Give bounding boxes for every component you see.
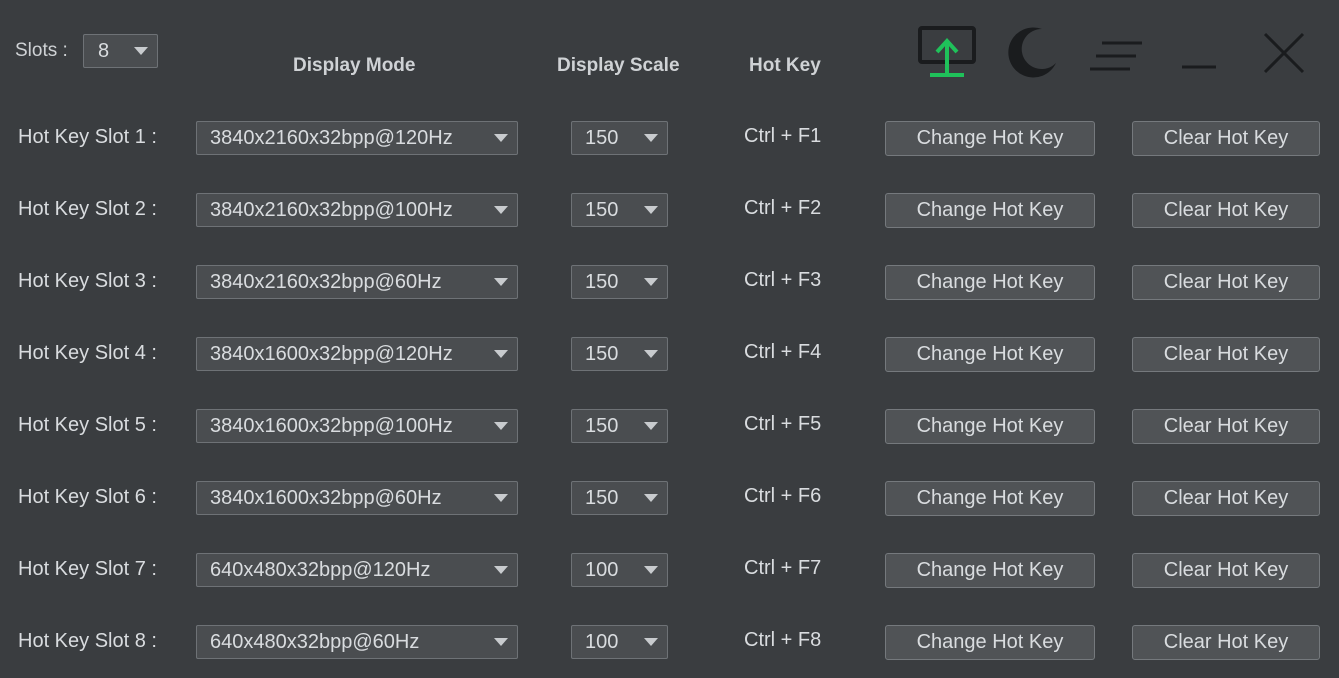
chevron-down-icon (644, 278, 658, 286)
display-scale-select[interactable]: 150 (571, 193, 668, 227)
chevron-down-icon (494, 134, 508, 142)
display-mode-value: 3840x2160x32bpp@120Hz (210, 126, 453, 149)
hot-key-value: Ctrl + F4 (744, 341, 822, 363)
clear-hot-key-button[interactable]: Clear Hot Key (1132, 625, 1320, 660)
chevron-down-icon (494, 494, 508, 502)
moon-icon[interactable] (1004, 25, 1058, 79)
display-mode-select[interactable]: 3840x1600x32bpp@60Hz (196, 481, 518, 515)
display-scale-select[interactable]: 150 (571, 265, 668, 299)
slots-select-value: 8 (98, 39, 110, 62)
display-mode-select[interactable]: 640x480x32bpp@60Hz (196, 625, 518, 659)
chevron-down-icon (134, 47, 148, 55)
chevron-down-icon (644, 134, 658, 142)
display-scale-select[interactable]: 100 (571, 625, 668, 659)
display-scale-value: 150 (585, 342, 619, 365)
clear-hot-key-button[interactable]: Clear Hot Key (1132, 193, 1320, 228)
display-scale-select[interactable]: 150 (571, 121, 668, 155)
display-mode-select[interactable]: 3840x1600x32bpp@100Hz (196, 409, 518, 443)
display-scale-select[interactable]: 150 (571, 409, 668, 443)
display-scale-value: 150 (585, 270, 619, 293)
chevron-down-icon (644, 422, 658, 430)
display-scale-select[interactable]: 100 (571, 553, 668, 587)
hot-key-value: Ctrl + F1 (744, 125, 822, 147)
chevron-down-icon (644, 206, 658, 214)
chevron-down-icon (494, 350, 508, 358)
clear-hot-key-button[interactable]: Clear Hot Key (1132, 481, 1320, 516)
change-hot-key-button[interactable]: Change Hot Key (885, 409, 1095, 444)
change-hot-key-button[interactable]: Change Hot Key (885, 553, 1095, 588)
clear-hot-key-button[interactable]: Clear Hot Key (1132, 121, 1320, 156)
display-mode-value: 3840x1600x32bpp@100Hz (210, 414, 453, 437)
hot-key-value: Ctrl + F8 (744, 629, 822, 651)
slot-label: Hot Key Slot 5 : (18, 414, 157, 436)
slot-label: Hot Key Slot 6 : (18, 486, 157, 508)
slot-label: Hot Key Slot 3 : (18, 270, 157, 292)
close-icon[interactable] (1262, 31, 1306, 75)
chevron-down-icon (494, 278, 508, 286)
hot-key-value: Ctrl + F2 (744, 197, 822, 219)
change-hot-key-button[interactable]: Change Hot Key (885, 337, 1095, 372)
header-display-scale: Display Scale (557, 55, 680, 76)
chevron-down-icon (494, 638, 508, 646)
display-mode-value: 3840x2160x32bpp@60Hz (210, 270, 442, 293)
display-mode-value: 3840x1600x32bpp@60Hz (210, 486, 442, 509)
header-hot-key: Hot Key (749, 55, 821, 76)
change-hot-key-button[interactable]: Change Hot Key (885, 625, 1095, 660)
slot-label: Hot Key Slot 2 : (18, 198, 157, 220)
display-mode-select[interactable]: 3840x2160x32bpp@60Hz (196, 265, 518, 299)
display-scale-value: 150 (585, 414, 619, 437)
display-scale-value: 100 (585, 558, 619, 581)
chevron-down-icon (644, 566, 658, 574)
change-hot-key-button[interactable]: Change Hot Key (885, 481, 1095, 516)
hot-key-value: Ctrl + F6 (744, 485, 822, 507)
chevron-down-icon (644, 638, 658, 646)
slot-label: Hot Key Slot 1 : (18, 126, 157, 148)
display-scale-value: 150 (585, 198, 619, 221)
chevron-down-icon (494, 206, 508, 214)
change-hot-key-button[interactable]: Change Hot Key (885, 193, 1095, 228)
chevron-down-icon (644, 350, 658, 358)
chevron-down-icon (494, 566, 508, 574)
clear-hot-key-button[interactable]: Clear Hot Key (1132, 265, 1320, 300)
chevron-down-icon (644, 494, 658, 502)
header-display-mode: Display Mode (293, 55, 416, 76)
change-hot-key-button[interactable]: Change Hot Key (885, 265, 1095, 300)
display-scale-value: 150 (585, 486, 619, 509)
slots-label: Slots : (15, 40, 68, 61)
slot-label: Hot Key Slot 4 : (18, 342, 157, 364)
display-mode-select[interactable]: 640x480x32bpp@120Hz (196, 553, 518, 587)
display-mode-select[interactable]: 3840x2160x32bpp@120Hz (196, 121, 518, 155)
hot-key-value: Ctrl + F7 (744, 557, 822, 579)
slot-label: Hot Key Slot 7 : (18, 558, 157, 580)
hot-key-value: Ctrl + F3 (744, 269, 822, 291)
display-mode-value: 3840x1600x32bpp@120Hz (210, 342, 453, 365)
display-mode-value: 640x480x32bpp@60Hz (210, 630, 420, 653)
change-hot-key-button[interactable]: Change Hot Key (885, 121, 1095, 156)
slots-select[interactable]: 8 (83, 34, 158, 68)
clear-hot-key-button[interactable]: Clear Hot Key (1132, 337, 1320, 372)
menu-icon[interactable] (1088, 40, 1144, 72)
display-mode-value: 3840x2160x32bpp@100Hz (210, 198, 453, 221)
clear-hot-key-button[interactable]: Clear Hot Key (1132, 409, 1320, 444)
display-mode-value: 640x480x32bpp@120Hz (210, 558, 431, 581)
clear-hot-key-button[interactable]: Clear Hot Key (1132, 553, 1320, 588)
chevron-down-icon (494, 422, 508, 430)
upload-display-icon[interactable] (918, 26, 976, 78)
display-scale-value: 100 (585, 630, 619, 653)
display-scale-select[interactable]: 150 (571, 481, 668, 515)
minimize-icon[interactable] (1180, 62, 1218, 72)
hot-key-value: Ctrl + F5 (744, 413, 822, 435)
display-scale-value: 150 (585, 126, 619, 149)
slot-label: Hot Key Slot 8 : (18, 630, 157, 652)
display-mode-select[interactable]: 3840x1600x32bpp@120Hz (196, 337, 518, 371)
display-scale-select[interactable]: 150 (571, 337, 668, 371)
display-mode-select[interactable]: 3840x2160x32bpp@100Hz (196, 193, 518, 227)
